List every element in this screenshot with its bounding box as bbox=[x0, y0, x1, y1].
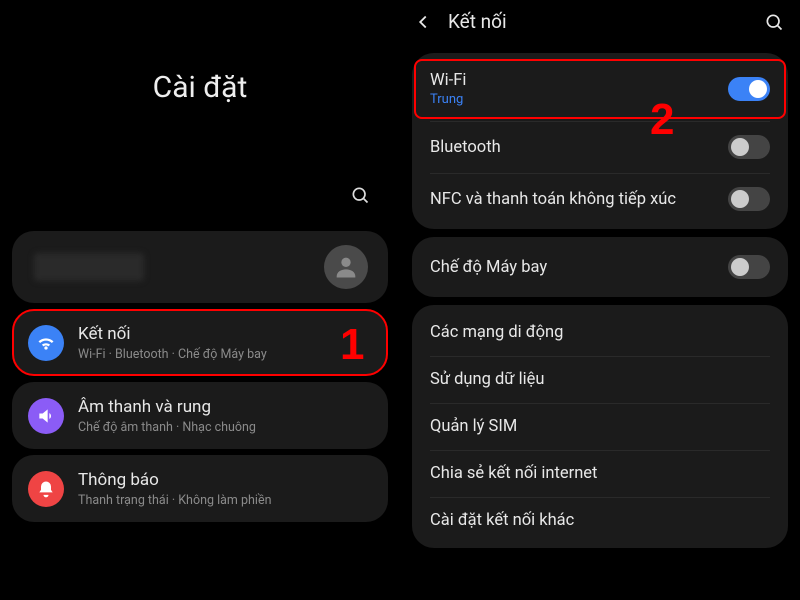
row-data-usage[interactable]: Sử dụng dữ liệu bbox=[412, 356, 788, 403]
avatar bbox=[324, 245, 368, 289]
item-subtitle: Thanh trạng thái · Không làm phiền bbox=[78, 493, 271, 508]
row-title: Các mạng di động bbox=[430, 323, 770, 342]
row-title: NFC và thanh toán không tiếp xúc bbox=[430, 190, 728, 209]
profile-card[interactable] bbox=[12, 231, 388, 303]
wifi-icon bbox=[28, 325, 64, 361]
row-title: Chia sẻ kết nối internet bbox=[430, 464, 770, 483]
row-nfc[interactable]: NFC và thanh toán không tiếp xúc bbox=[412, 173, 788, 225]
row-more-connection[interactable]: Cài đặt kết nối khác bbox=[412, 497, 788, 544]
row-hotspot[interactable]: Chia sẻ kết nối internet bbox=[412, 450, 788, 497]
row-title: Wi-Fi bbox=[430, 71, 728, 90]
back-icon[interactable] bbox=[412, 11, 434, 33]
row-title: Quản lý SIM bbox=[430, 417, 770, 436]
settings-item-connections[interactable]: Kết nối Wi-Fi · Bluetooth · Chế độ Máy b… bbox=[12, 309, 388, 376]
bluetooth-toggle[interactable] bbox=[728, 135, 770, 159]
profile-name-blurred bbox=[34, 253, 144, 281]
nfc-toggle[interactable] bbox=[728, 187, 770, 211]
row-subtitle: Trung bbox=[430, 92, 728, 107]
item-subtitle: Wi-Fi · Bluetooth · Chế độ Máy bay bbox=[78, 347, 267, 362]
row-mobile-networks[interactable]: Các mạng di động bbox=[412, 309, 788, 356]
row-wifi[interactable]: Wi-Fi Trung bbox=[412, 57, 788, 121]
header: Kết nối bbox=[400, 0, 800, 45]
row-bluetooth[interactable]: Bluetooth bbox=[412, 121, 788, 173]
group-network: Các mạng di động Sử dụng dữ liệu Quản lý… bbox=[412, 305, 788, 548]
airplane-toggle[interactable] bbox=[728, 255, 770, 279]
settings-screen: Cài đặt Kết nối Wi-Fi · Bluetooth · Chế … bbox=[0, 0, 400, 600]
item-title: Âm thanh và rung bbox=[78, 396, 256, 418]
row-sim-manager[interactable]: Quản lý SIM bbox=[412, 403, 788, 450]
item-title: Thông báo bbox=[78, 469, 271, 491]
group-wireless: Wi-Fi Trung Bluetooth NFC và thanh toán … bbox=[412, 53, 788, 229]
row-title: Bluetooth bbox=[430, 138, 728, 157]
connections-screen: Kết nối Wi-Fi Trung Bluetooth NFC và tha… bbox=[400, 0, 800, 600]
item-subtitle: Chế độ âm thanh · Nhạc chuông bbox=[78, 420, 256, 435]
sound-icon bbox=[28, 398, 64, 434]
item-title: Kết nối bbox=[78, 323, 267, 345]
page-title: Cài đặt bbox=[0, 0, 400, 185]
search-icon[interactable] bbox=[350, 185, 370, 205]
notification-icon bbox=[28, 471, 64, 507]
row-airplane[interactable]: Chế độ Máy bay bbox=[412, 241, 788, 293]
row-title: Sử dụng dữ liệu bbox=[430, 370, 770, 389]
search-row bbox=[0, 185, 400, 225]
search-icon[interactable] bbox=[764, 12, 784, 32]
group-airplane: Chế độ Máy bay bbox=[412, 237, 788, 297]
settings-item-notifications[interactable]: Thông báo Thanh trạng thái · Không làm p… bbox=[12, 455, 388, 522]
header-title: Kết nối bbox=[448, 10, 764, 33]
row-title: Cài đặt kết nối khác bbox=[430, 511, 770, 530]
row-title: Chế độ Máy bay bbox=[430, 258, 728, 277]
settings-item-sound[interactable]: Âm thanh và rung Chế độ âm thanh · Nhạc … bbox=[12, 382, 388, 449]
wifi-toggle[interactable] bbox=[728, 77, 770, 101]
